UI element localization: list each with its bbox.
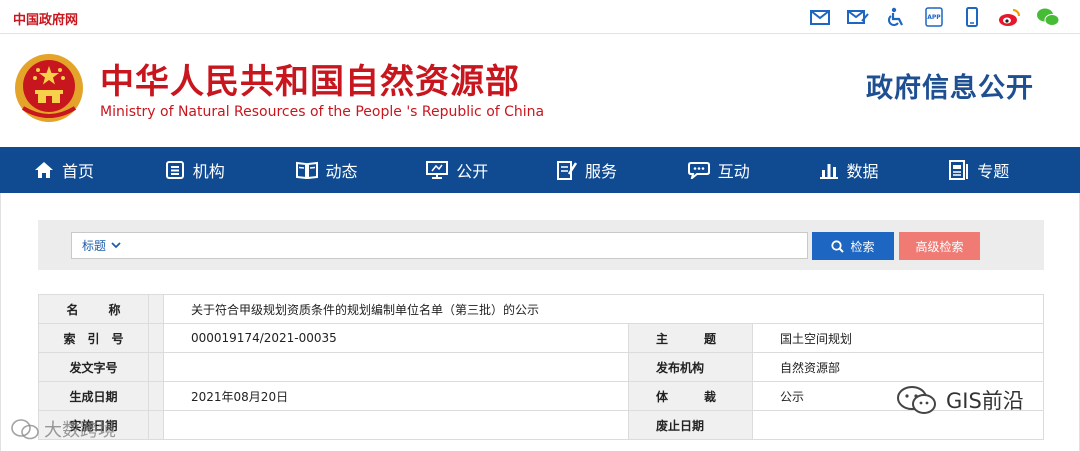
- genre-label: 体裁: [628, 381, 753, 411]
- search-field-selected: 标题: [82, 239, 107, 253]
- advanced-search-button[interactable]: 高级检索: [899, 232, 980, 260]
- search-button[interactable]: 检索: [812, 232, 894, 260]
- wechat-icon: [11, 419, 39, 440]
- mail-icon[interactable]: [808, 6, 832, 28]
- chat-icon: [687, 162, 710, 179]
- bar-chart-icon: [819, 164, 838, 179]
- main-nav: 首页 机构 动态 公开 服务 互动 数据 专题: [0, 147, 1080, 193]
- nav-item-service[interactable]: 服务: [557, 158, 688, 182]
- nav-item-disclosure[interactable]: 公开: [426, 158, 557, 182]
- name-label: 名称: [38, 294, 149, 324]
- subject-label: 主题: [628, 323, 753, 353]
- nav-label: 数据: [846, 162, 879, 181]
- topic-icon: [949, 160, 969, 180]
- home-icon: [35, 162, 53, 178]
- publisher-value: 自然资源部: [752, 352, 1044, 382]
- nav-item-data[interactable]: 数据: [819, 158, 950, 182]
- nav-label: 服务: [585, 162, 618, 181]
- nav-label: 专题: [977, 162, 1010, 181]
- weibo-icon[interactable]: [998, 6, 1022, 28]
- search-button-label: 检索: [850, 239, 875, 254]
- wechat-icon[interactable]: [1036, 6, 1060, 28]
- mail-edit-icon[interactable]: [846, 6, 870, 28]
- top-icons: APP: [808, 6, 1060, 28]
- site-header: 中华人民共和国自然资源部 Ministry of Natural Resourc…: [0, 34, 1080, 147]
- nav-item-organization[interactable]: 机构: [165, 158, 296, 182]
- wechat-icon: [897, 386, 936, 414]
- search-field-select[interactable]: 标题: [72, 237, 129, 254]
- nav-label: 公开: [456, 162, 489, 181]
- ministry-title-cn: 中华人民共和国自然资源部: [100, 62, 520, 102]
- gov-site-link[interactable]: 中国政府网: [13, 9, 78, 28]
- watermark-gis: GIS前沿: [896, 385, 1024, 415]
- watermark-bigdata-text: 大数跨境: [44, 420, 116, 441]
- nav-item-news[interactable]: 动态: [295, 158, 427, 182]
- chevron-down-icon: [111, 242, 121, 249]
- doc-no-label: 发文字号: [38, 352, 149, 382]
- mobile-icon[interactable]: [960, 6, 984, 28]
- top-bar: 中国政府网 APP: [0, 0, 1080, 34]
- abolish-label: 废止日期: [628, 410, 753, 440]
- nav-label: 机构: [192, 162, 225, 181]
- document-edit-icon: [557, 161, 577, 180]
- nav-item-interaction[interactable]: 互动: [687, 158, 819, 182]
- table-row: 生成日期 2021年08月20日 体裁 公示: [38, 381, 1044, 411]
- app-icon[interactable]: APP: [922, 6, 946, 28]
- index-value: 000019174/2021-00035: [163, 323, 629, 353]
- table-row: 实施日期 废止日期: [38, 410, 1044, 440]
- national-emblem-icon: [15, 54, 83, 122]
- effective-value: [163, 410, 629, 440]
- table-row: 名称 关于符合甲级规划资质条件的规划编制单位名单（第三批）的公示: [38, 294, 1044, 324]
- monitor-icon: [426, 161, 449, 179]
- search-input[interactable]: [129, 233, 807, 258]
- svg-text:APP: APP: [927, 14, 941, 21]
- nav-item-home[interactable]: 首页: [34, 158, 165, 182]
- created-value: 2021年08月20日: [163, 381, 629, 411]
- subject-value: 国土空间规划: [752, 323, 1044, 353]
- advanced-search-label: 高级检索: [915, 239, 964, 254]
- doc-no-value: [163, 352, 629, 382]
- search-panel: 标题 检索 高级检索: [38, 220, 1044, 270]
- search-icon: [831, 239, 845, 253]
- search-field: 标题: [71, 232, 808, 259]
- organization-icon: [165, 161, 184, 179]
- accessibility-icon[interactable]: [884, 6, 908, 28]
- document-info-table: 名称 关于符合甲级规划资质条件的规划编制单位名单（第三批）的公示 索引号 000…: [38, 294, 1044, 440]
- book-icon: [295, 161, 318, 179]
- gov-info-title: 政府信息公开: [866, 73, 1034, 104]
- watermark-gis-text: GIS前沿: [946, 389, 1024, 413]
- created-label: 生成日期: [38, 381, 149, 411]
- index-label: 索引号: [38, 323, 149, 353]
- watermark-bigdata: 大数跨境: [10, 416, 116, 442]
- publisher-label: 发布机构: [628, 352, 753, 382]
- table-row: 发文字号 发布机构 自然资源部: [38, 352, 1044, 382]
- nav-item-topics[interactable]: 专题: [949, 158, 1080, 182]
- nav-label: 互动: [717, 162, 750, 181]
- nav-label: 首页: [62, 162, 95, 181]
- name-value: 关于符合甲级规划资质条件的规划编制单位名单（第三批）的公示: [163, 294, 1044, 324]
- nav-label: 动态: [325, 162, 358, 181]
- ministry-title-en: Ministry of Natural Resources of the Peo…: [100, 104, 545, 120]
- table-row: 索引号 000019174/2021-00035 主题 国土空间规划: [38, 323, 1044, 353]
